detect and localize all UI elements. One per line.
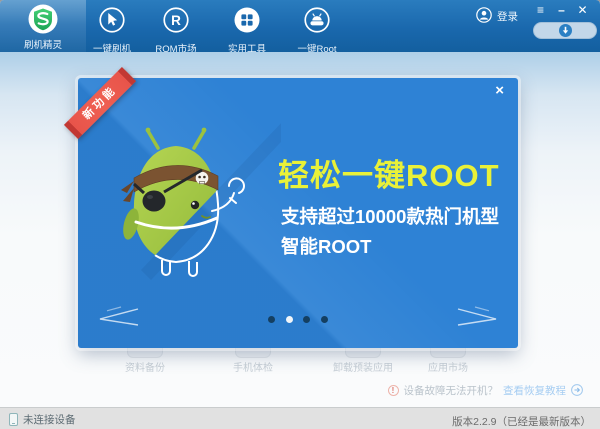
window-controls: ≡ – ✕ — [530, 2, 593, 18]
recovery-question: 设备故障无法开机？ — [404, 383, 499, 398]
svg-text:R: R — [171, 13, 181, 28]
login-label: 登录 — [497, 9, 518, 24]
android-icon — [303, 6, 331, 34]
grid-icon — [233, 6, 261, 34]
modal-subtitle: 支持超过10000款热门机型 智能ROOT — [281, 202, 499, 262]
status-bar: 未连接设备 版本2.2.9（已经是最新版本） — [0, 407, 600, 429]
download-icon — [559, 24, 572, 37]
warning-icon: ! — [388, 385, 399, 396]
tool-label-uninstall[interactable]: 卸载预装应用 — [333, 359, 393, 374]
promo-modal: 新功能 × — [78, 78, 518, 348]
modal-close-icon[interactable]: × — [495, 82, 504, 100]
nav-utilities[interactable]: 实用工具 — [215, 4, 279, 52]
app-window: 刷机精灵 一键刷机 R ROM市场 — [0, 0, 600, 429]
phone-icon — [9, 413, 18, 426]
tool-label-checkup[interactable]: 手机体检 — [233, 359, 273, 374]
carousel-dot[interactable] — [286, 316, 293, 323]
arrow-right-icon[interactable] — [571, 384, 583, 396]
carousel-dot[interactable] — [268, 316, 275, 323]
cursor-icon — [98, 6, 126, 34]
carousel-dot[interactable] — [303, 316, 310, 323]
nav-one-key-flash[interactable]: 一键刷机 — [80, 4, 144, 52]
connection-status: 未连接设备 — [9, 412, 76, 427]
connection-status-text: 未连接设备 — [23, 412, 76, 427]
nav-one-key-root[interactable]: 一键Root — [285, 4, 349, 52]
tool-label-backup[interactable]: 资料备份 — [125, 359, 165, 374]
recovery-tutorial-link[interactable]: 查看恢复教程 — [503, 383, 566, 398]
download-manager-button[interactable] — [533, 22, 597, 39]
toolbar: 刷机精灵 一键刷机 R ROM市场 — [0, 0, 600, 52]
menu-icon[interactable]: ≡ — [530, 2, 551, 18]
user-icon — [476, 7, 492, 26]
modal-subtitle-line1: 支持超过10000款热门机型 — [281, 202, 499, 232]
r-letter-icon: R — [162, 6, 190, 34]
app-logo-tile[interactable]: 刷机精灵 — [0, 0, 86, 52]
tool-label-market[interactable]: 应用市场 — [428, 359, 468, 374]
login-button[interactable]: 登录 — [476, 8, 518, 25]
app-title: 刷机精灵 — [0, 37, 86, 51]
minimize-icon[interactable]: – — [551, 2, 572, 18]
version-info: 版本2.2.9（已经是最新版本） — [452, 414, 591, 429]
app-logo-icon — [28, 4, 58, 34]
carousel-dots — [78, 316, 518, 323]
close-icon[interactable]: ✕ — [572, 2, 593, 18]
modal-headline: 轻松一键ROOT — [278, 150, 500, 195]
recovery-help-bar: ! 设备故障无法开机？ 查看恢复教程 — [388, 383, 584, 397]
modal-subtitle-line2: 智能ROOT — [281, 232, 499, 262]
nav-rom-market[interactable]: R ROM市场 — [144, 4, 208, 52]
carousel-dot[interactable] — [321, 316, 328, 323]
pirate-android-mascot — [106, 118, 281, 308]
